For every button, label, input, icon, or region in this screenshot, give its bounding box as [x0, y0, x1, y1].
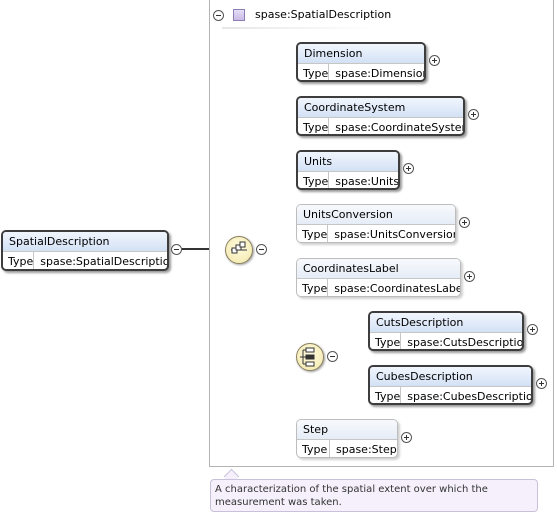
expand-unitsconversion-toggle[interactable]	[459, 217, 470, 228]
type-row: Type spase:CubesDescription	[370, 386, 533, 403]
expand-cutsdescription-toggle[interactable]	[527, 324, 538, 335]
element-name: CubesDescription	[370, 367, 531, 386]
element-name: Step	[297, 420, 397, 439]
type-value: spase:SpatialDescription	[40, 255, 169, 268]
element-units[interactable]: Units Type spase:Units	[296, 150, 400, 190]
element-dimension[interactable]: Dimension Type spase:Dimension	[296, 42, 426, 82]
expand-units-toggle[interactable]	[403, 163, 414, 174]
element-coordinateslabel[interactable]: CoordinatesLabel Type spase:CoordinatesL…	[296, 258, 461, 297]
complex-type-icon	[233, 9, 245, 21]
type-label: Type	[298, 64, 330, 80]
type-label: Type	[297, 225, 329, 242]
type-value: spase:Dimension	[335, 67, 426, 80]
type-label: Type	[297, 279, 329, 296]
type-row: Type spase:CoordinateSystem	[298, 117, 465, 134]
collapse-root-toggle[interactable]	[171, 244, 182, 255]
element-unitsconversion[interactable]: UnitsConversion Type spase:UnitsConversi…	[296, 204, 456, 243]
element-name: CutsDescription	[370, 313, 522, 332]
type-row: Type spase:SpatialDescription	[3, 251, 169, 269]
type-label: Type	[297, 440, 330, 457]
element-name: SpatialDescription	[3, 232, 167, 251]
collapse-sequence-toggle[interactable]	[256, 244, 267, 255]
type-value: spase:CutsDescription	[407, 336, 524, 349]
type-value: spase:Units	[335, 175, 400, 188]
documentation-box: A characterization of the spatial extent…	[210, 479, 538, 512]
type-label: Type	[298, 118, 330, 134]
element-name: UnitsConversion	[297, 205, 455, 224]
type-label: Type	[370, 333, 402, 349]
type-row: Type spase:Dimension	[298, 63, 426, 80]
complex-type-name: spase:SpatialDescription	[255, 8, 392, 21]
element-name: Units	[298, 152, 398, 171]
expand-coordinatesystem-toggle[interactable]	[468, 109, 479, 120]
type-value: spase:CubesDescription	[407, 390, 533, 403]
element-coordinatesystem[interactable]: CoordinateSystem Type spase:CoordinateSy…	[296, 96, 465, 136]
expand-coordinateslabel-toggle[interactable]	[464, 271, 475, 282]
element-name: CoordinatesLabel	[297, 259, 460, 278]
expand-step-toggle[interactable]	[401, 432, 412, 443]
collapse-choice-toggle[interactable]	[327, 351, 338, 362]
type-value: spase:UnitsConversion	[334, 228, 456, 241]
type-row: Type spase:UnitsConversion	[297, 224, 456, 242]
type-label: Type	[3, 252, 35, 269]
expand-dimension-toggle[interactable]	[429, 55, 440, 66]
type-value: spase:CoordinatesLabel	[334, 282, 461, 295]
element-name: Dimension	[298, 44, 424, 63]
type-row: Type spase:CoordinatesLabel	[297, 278, 461, 296]
type-row: Type spase:Step	[297, 439, 397, 457]
expand-cubesdescription-toggle[interactable]	[536, 378, 547, 389]
root-element-spatialdescription[interactable]: SpatialDescription Type spase:SpatialDes…	[1, 230, 169, 271]
element-cutsdescription[interactable]: CutsDescription Type spase:CutsDescripti…	[368, 311, 524, 351]
type-value: spase:CoordinateSystem	[335, 121, 465, 134]
header-underline	[222, 27, 374, 29]
element-cubesdescription[interactable]: CubesDescription Type spase:CubesDescrip…	[368, 365, 533, 405]
type-value: spase:Step	[336, 443, 397, 456]
choice-compositor-icon[interactable]	[296, 343, 324, 371]
collapse-type-toggle[interactable]	[213, 10, 224, 21]
element-step[interactable]: Step Type spase:Step	[296, 419, 398, 458]
type-row: Type spase:Units	[298, 171, 400, 188]
type-label: Type	[298, 172, 330, 188]
element-name: CoordinateSystem	[298, 98, 463, 117]
type-row: Type spase:CutsDescription	[370, 332, 524, 349]
sequence-compositor-icon[interactable]	[225, 236, 253, 264]
type-label: Type	[370, 387, 402, 403]
